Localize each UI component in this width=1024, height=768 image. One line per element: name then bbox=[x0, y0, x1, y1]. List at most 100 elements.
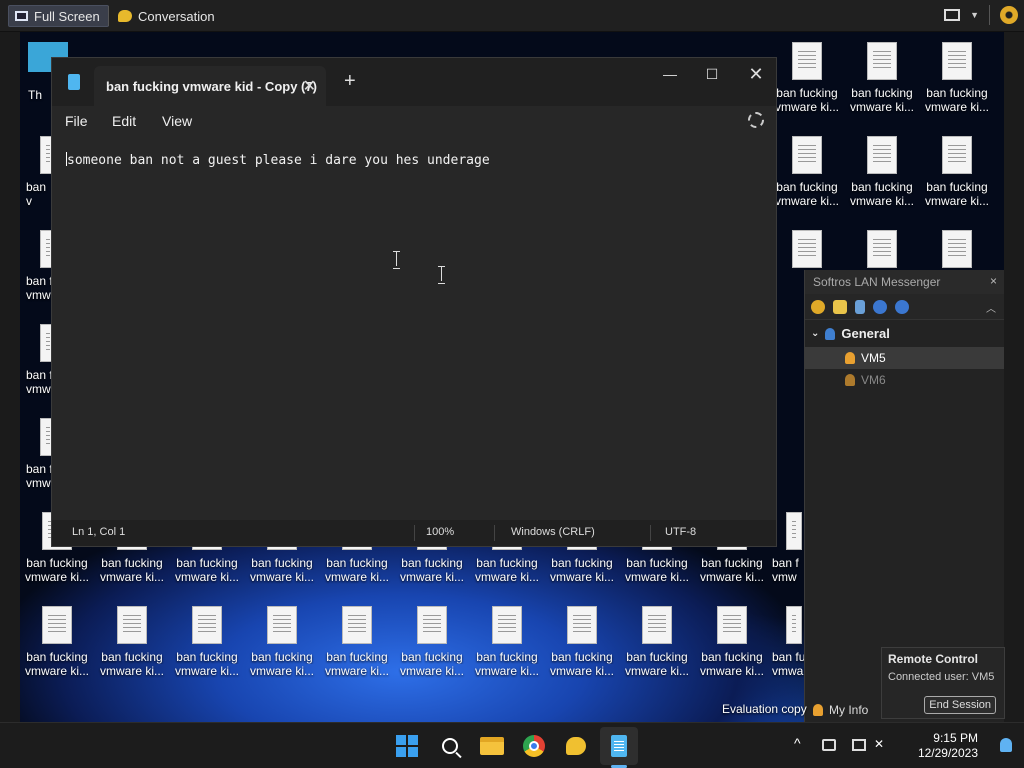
taskbar-explorer[interactable] bbox=[478, 732, 506, 760]
notepad-statusbar: Ln 1, Col 1 100% Windows (CRLF) UTF-8 bbox=[52, 520, 776, 546]
settings-gear-icon[interactable] bbox=[748, 112, 764, 128]
zoom-level: 100% bbox=[426, 526, 455, 538]
desktop-icon-label: vmware ki... bbox=[774, 100, 839, 114]
desktop-icon[interactable]: ban fucking vmware ki... bbox=[397, 606, 467, 678]
new-tab-icon[interactable]: + bbox=[344, 70, 356, 93]
fullscreen-button[interactable]: Full Screen bbox=[8, 5, 109, 27]
notepad-titlebar: ban fucking vmware kid - Copy (7) ✕ + — … bbox=[52, 58, 776, 106]
conversation-button[interactable]: Conversation bbox=[112, 5, 223, 27]
settings-gear-icon[interactable] bbox=[811, 299, 825, 314]
help-icon[interactable] bbox=[873, 299, 887, 314]
desktop-icon[interactable] bbox=[847, 230, 917, 274]
desktop-icon-label: ban fucking bbox=[776, 86, 838, 100]
desktop-icon-label: vmware ki... bbox=[774, 194, 839, 208]
desktop-icon-label: ban fucking bbox=[926, 86, 988, 100]
text-file-icon bbox=[942, 230, 972, 268]
chevron-down-icon[interactable]: ⌄ bbox=[811, 328, 819, 339]
menu-edit[interactable]: Edit bbox=[112, 113, 136, 129]
settings-gear-icon[interactable] bbox=[1000, 6, 1018, 24]
group-users-icon bbox=[825, 327, 836, 340]
display-icon[interactable] bbox=[852, 739, 866, 751]
tab-document[interactable]: ban fucking vmware kid - Copy (7) ✕ bbox=[94, 66, 326, 106]
desktop-icon[interactable]: ban fu vmwar bbox=[772, 606, 804, 678]
folder-icon[interactable] bbox=[833, 299, 847, 314]
info-icon[interactable] bbox=[895, 299, 909, 314]
close-tab-icon[interactable]: ✕ bbox=[303, 76, 316, 96]
menu-view[interactable]: View bbox=[162, 113, 192, 129]
notes-icon[interactable] bbox=[855, 299, 865, 314]
desktop-icon[interactable]: ban fucking vmware ki... bbox=[547, 606, 617, 678]
user-row-vm5[interactable]: VM5 bbox=[805, 347, 1004, 369]
desktop-icon[interactable]: ban fucking vmware ki... bbox=[772, 42, 842, 114]
notification-bell-icon[interactable] bbox=[1000, 738, 1012, 752]
desktop-icon-label: vmware ki... bbox=[99, 570, 164, 584]
user-row-vm6[interactable]: VM6 bbox=[805, 369, 1004, 391]
notepad-menubar: File Edit View bbox=[52, 106, 776, 138]
text-file-icon bbox=[192, 606, 222, 644]
desktop-icon-label: vmwar bbox=[772, 664, 804, 678]
encoding: UTF-8 bbox=[665, 526, 697, 538]
desktop-icon-label: vmware ki... bbox=[399, 664, 464, 678]
text-file-icon bbox=[867, 42, 897, 80]
desktop-icon[interactable]: ban fucking vmware ki... bbox=[847, 42, 917, 114]
desktop-icon[interactable]: ban fucking vmware ki... bbox=[22, 606, 92, 678]
text-file-icon bbox=[792, 230, 822, 268]
desktop-icon-label: ban fucking bbox=[926, 180, 988, 194]
desktop-icon[interactable] bbox=[772, 230, 842, 274]
messenger-title: Softros LAN Messenger bbox=[813, 275, 941, 289]
notepad-window: ban fucking vmware kid - Copy (7) ✕ + — … bbox=[51, 57, 777, 547]
text-editor[interactable]: someone ban not a guest please i dare yo… bbox=[52, 138, 776, 520]
desktop-icon[interactable]: ban fucking vmware ki... bbox=[847, 136, 917, 208]
end-session-button[interactable]: End Session bbox=[924, 696, 996, 714]
network-icon[interactable] bbox=[822, 739, 836, 751]
text-file-icon bbox=[792, 42, 822, 80]
desktop-icon-label: ban fucking bbox=[251, 556, 313, 570]
desktop-icon-label: vmware ki... bbox=[549, 570, 614, 584]
chevron-up-icon[interactable]: ︿ bbox=[986, 300, 996, 315]
desktop-icon-label: ban fucking bbox=[251, 650, 313, 664]
desktop-icon-label: vmware ki... bbox=[474, 664, 539, 678]
text-file-icon bbox=[867, 230, 897, 268]
my-info-button[interactable]: My Info bbox=[805, 698, 885, 722]
notepad-app-icon bbox=[68, 74, 80, 90]
chevron-down-icon[interactable]: ▼ bbox=[970, 10, 979, 20]
messenger-titlebar: Softros LAN Messenger × bbox=[805, 270, 1004, 294]
taskbar-messenger[interactable] bbox=[562, 732, 590, 760]
desktop-icon-label: vmware ki... bbox=[174, 664, 239, 678]
desktop-icon-label: ban fucking bbox=[176, 556, 238, 570]
close-window-icon[interactable]: ✕ bbox=[738, 62, 774, 86]
desktop-icon[interactable]: ban fucking vmware ki... bbox=[622, 606, 692, 678]
desktop-icon[interactable]: ban fucking vmware ki... bbox=[772, 136, 842, 208]
menu-file[interactable]: File bbox=[65, 113, 88, 129]
search-icon bbox=[442, 738, 458, 754]
window-mode-icon[interactable] bbox=[944, 9, 961, 21]
desktop-icon[interactable]: ban fucking vmware ki... bbox=[472, 606, 542, 678]
text-file-icon bbox=[867, 136, 897, 174]
desktop-icon[interactable]: ban fucking vmware ki... bbox=[697, 606, 767, 678]
desktop-icon[interactable]: ban fucking vmware ki... bbox=[922, 136, 992, 208]
text-file-icon bbox=[786, 606, 802, 644]
clock[interactable]: 9:15 PM 12/29/2023 bbox=[918, 731, 978, 761]
desktop-icon[interactable]: ban fucking vmware ki... bbox=[247, 606, 317, 678]
desktop-icon[interactable]: ban fucking vmware ki... bbox=[322, 606, 392, 678]
desktop-icon[interactable]: ban fucking vmware ki... bbox=[172, 606, 242, 678]
desktop-icon-label: vmw bbox=[772, 570, 797, 584]
chrome-icon bbox=[523, 735, 545, 757]
desktop-icon[interactable]: ban fucking vmware ki... bbox=[922, 42, 992, 114]
my-info-label: My Info bbox=[829, 703, 869, 717]
desktop-icon-label: vmware ki... bbox=[624, 570, 689, 584]
search-button[interactable] bbox=[436, 732, 464, 760]
line-ending: Windows (CRLF) bbox=[511, 526, 595, 538]
close-icon[interactable]: × bbox=[990, 274, 997, 288]
taskbar-notepad[interactable] bbox=[605, 732, 633, 760]
desktop-icon[interactable] bbox=[922, 230, 992, 274]
volume-muted-icon[interactable]: ✕ bbox=[874, 737, 888, 751]
taskbar-chrome[interactable] bbox=[520, 732, 548, 760]
group-general[interactable]: ⌄ General bbox=[805, 320, 1004, 347]
desktop-icon[interactable]: ban fucking vmware ki... bbox=[97, 606, 167, 678]
start-button[interactable] bbox=[393, 732, 421, 760]
chevron-up-icon[interactable]: ^ bbox=[794, 735, 808, 751]
desktop-icon-label: ban fucking bbox=[101, 650, 163, 664]
maximize-icon[interactable]: ☐ bbox=[694, 62, 730, 86]
minimize-icon[interactable]: — bbox=[652, 62, 688, 86]
